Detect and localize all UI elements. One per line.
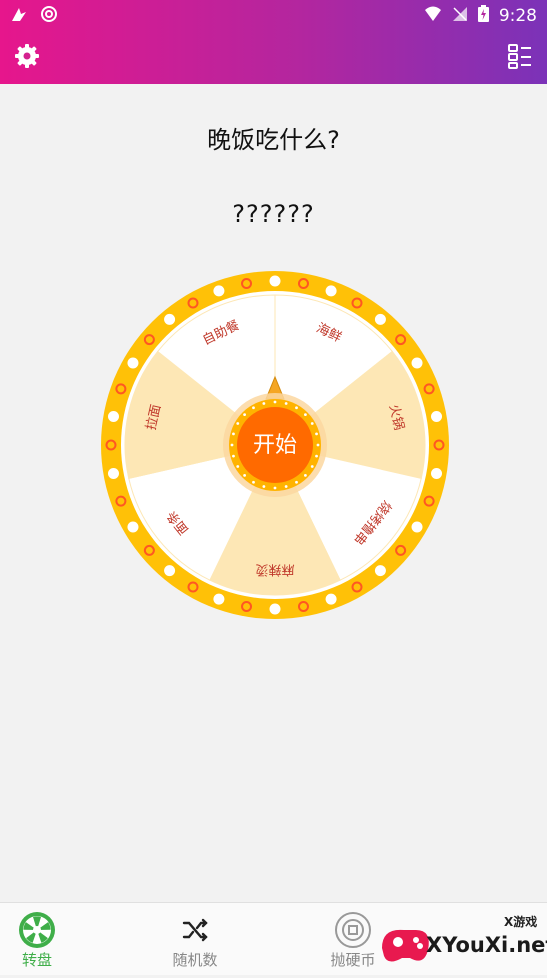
start-button-dot (262, 402, 266, 405)
start-button-dot (315, 454, 318, 458)
result-text: ?????? (232, 200, 315, 228)
start-button-dot (252, 480, 255, 484)
start-button-dot (243, 413, 246, 416)
rim-light (325, 285, 337, 297)
start-button-dot (310, 422, 314, 425)
start-button-dot (316, 443, 320, 447)
start-button-dot (310, 465, 314, 468)
start-button-dot (284, 485, 288, 488)
rim-light (107, 411, 119, 423)
start-button-dot (262, 485, 266, 488)
rim-light (374, 313, 386, 325)
battery-icon (477, 5, 489, 27)
watermark-logo: X游戏 XYouXi.net (376, 908, 547, 974)
rim-light (213, 285, 225, 297)
start-button-dot (243, 474, 246, 477)
watermark-brand: XYouXi.net (426, 933, 547, 957)
signal-off-icon (452, 6, 468, 27)
app-bar (0, 30, 547, 84)
rim-light (269, 275, 281, 287)
question-title: 晚饭吃什么? (207, 126, 340, 154)
start-button-dot (295, 406, 298, 410)
start-button-dot (304, 474, 307, 477)
rim-light (431, 411, 443, 423)
start-button-dot (232, 454, 235, 458)
rim-light (213, 593, 225, 605)
nav-tab-random[interactable]: 随机数 (135, 903, 255, 975)
nav-label-wheel: 转盘 (21, 951, 52, 969)
start-button-dot (230, 443, 234, 447)
wheel-segment-label: 麻辣烫 (255, 562, 294, 577)
start-button-dot (284, 402, 288, 405)
rim-light (411, 521, 423, 533)
rim-light (164, 565, 176, 577)
list-icon[interactable] (507, 43, 533, 73)
rim-light (107, 467, 119, 479)
rim-light (325, 593, 337, 605)
start-button-dot (232, 432, 235, 436)
start-button-dot (236, 422, 240, 425)
coin-icon (334, 911, 372, 949)
nav-label-random: 随机数 (172, 951, 218, 969)
start-button-dot (315, 432, 318, 436)
status-bar: 9:28 (0, 0, 547, 30)
spin-wheel[interactable]: 海鲜 火锅 烧烤撸串 麻辣烫 面条 拉面 自助餐 开始 (101, 271, 449, 619)
clock-time: 9:28 (498, 6, 537, 26)
gear-icon[interactable] (13, 42, 41, 74)
wifi-icon (424, 6, 442, 27)
start-button-dot (273, 400, 277, 404)
rim-light (269, 603, 281, 615)
watermark-tag: X游戏 (504, 914, 537, 929)
rim-light (164, 313, 176, 325)
start-button-dot (273, 486, 277, 490)
notification-target-icon (40, 5, 58, 27)
wheel-icon (18, 911, 56, 949)
rim-light (374, 565, 386, 577)
start-button-label: 开始 (253, 433, 297, 458)
rim-light (127, 521, 139, 533)
start-button-dot (252, 406, 255, 410)
nav-tab-wheel[interactable]: 转盘 (0, 903, 97, 975)
start-button-dot (295, 480, 298, 484)
rim-light (411, 357, 423, 369)
notification-bird-icon (10, 5, 28, 27)
rim-light (431, 467, 443, 479)
shuffle-icon (176, 911, 214, 949)
start-button-dot (304, 413, 307, 416)
start-button-dot (236, 465, 240, 468)
rim-light (127, 357, 139, 369)
